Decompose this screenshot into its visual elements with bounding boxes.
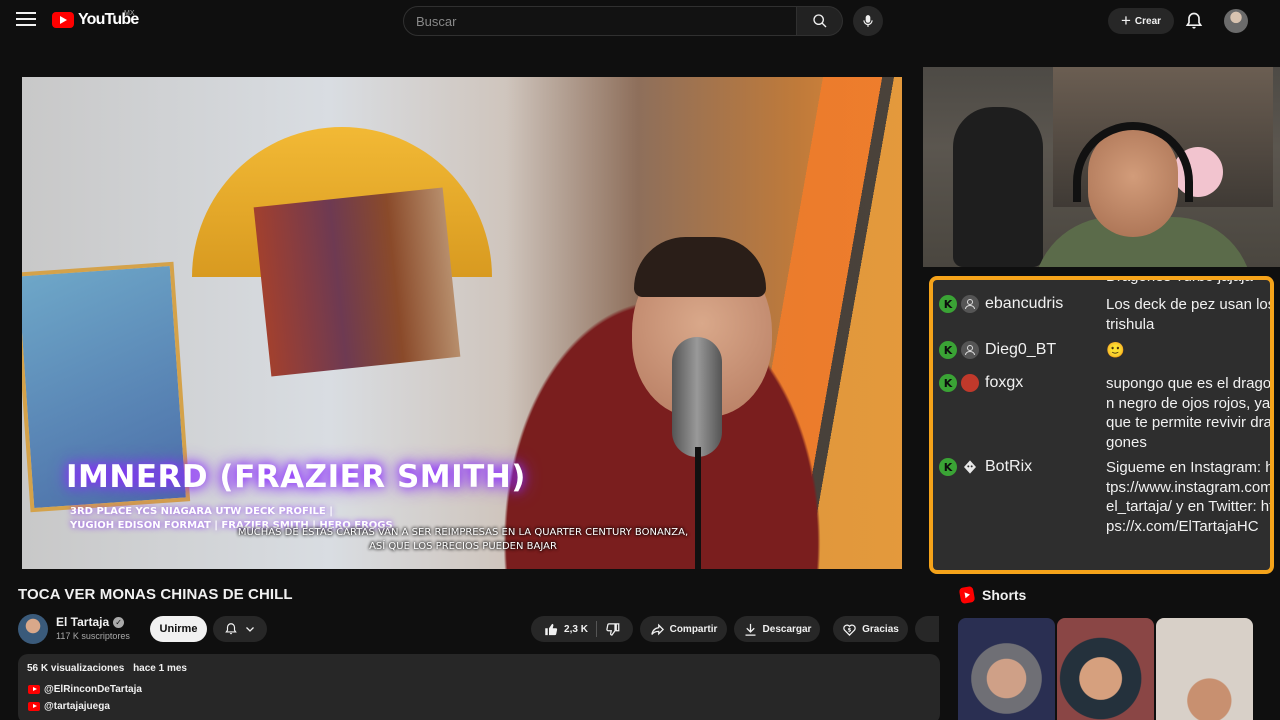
description-meta: 56 K visualizaciones hace 1 mes bbox=[27, 663, 187, 674]
channel-avatar[interactable] bbox=[18, 614, 48, 644]
user-avatar-icon bbox=[961, 295, 979, 313]
youtube-logo[interactable]: YouTube MX bbox=[52, 10, 139, 29]
thumbs-up-icon bbox=[545, 623, 558, 635]
search-input[interactable] bbox=[403, 6, 797, 36]
create-button[interactable]: + Crear bbox=[1108, 8, 1174, 34]
subscriber-count: 117 K suscriptores bbox=[56, 631, 130, 641]
thanks-button[interactable]: $ Gracias bbox=[833, 616, 908, 642]
thumbs-down-icon[interactable] bbox=[605, 622, 620, 637]
channel-name: El Tartaja bbox=[56, 615, 110, 629]
video-frame-microphone bbox=[672, 337, 722, 457]
subscription-notifications-button[interactable] bbox=[213, 616, 267, 642]
download-button[interactable]: Descargar bbox=[734, 616, 820, 642]
channel-link[interactable]: @tartajajuega bbox=[28, 701, 110, 712]
create-label: Crear bbox=[1134, 15, 1162, 27]
voice-search-button[interactable] bbox=[853, 6, 883, 36]
channel-link-label: @tartajajuega bbox=[44, 701, 110, 712]
youtube-icon bbox=[28, 685, 40, 694]
chat-text: Sigueme en Instagram: https://www.instag… bbox=[1106, 459, 1274, 535]
kick-badge-icon: K bbox=[939, 295, 957, 313]
bell-icon bbox=[225, 623, 237, 635]
chat-user: K foxgx bbox=[939, 374, 1023, 392]
share-label: Compartir bbox=[669, 623, 718, 635]
shorts-icon bbox=[958, 585, 976, 605]
short-thumbnail[interactable] bbox=[958, 618, 1055, 720]
search-bar bbox=[403, 6, 843, 36]
like-dislike-group: 2,3 K bbox=[531, 616, 633, 642]
chat-user: K BotRix bbox=[939, 458, 1032, 476]
short-thumbnail[interactable] bbox=[1156, 618, 1253, 720]
like-count: 2,3 K bbox=[564, 623, 588, 635]
view-count: 56 K visualizaciones bbox=[27, 663, 125, 674]
chat-text: supongo que es el dragon negro de ojos r… bbox=[1106, 375, 1272, 451]
masthead: YouTube MX + Crear bbox=[0, 0, 1280, 42]
shorts-header: Shorts bbox=[958, 585, 1027, 605]
notifications-bell-icon[interactable] bbox=[1184, 11, 1204, 31]
plus-icon: + bbox=[1120, 10, 1131, 30]
webcam-chair bbox=[953, 107, 1043, 267]
chevron-down-icon bbox=[246, 627, 254, 632]
youtube-icon bbox=[28, 702, 40, 711]
live-chat-overlay: Dragones Turbo jajaja K ebancudris Los d… bbox=[929, 276, 1274, 574]
chat-text: Los deck de pez usan los trishula bbox=[1106, 296, 1274, 333]
channel-link[interactable]: @ElRinconDeTartaja bbox=[28, 684, 142, 695]
share-button[interactable]: Compartir bbox=[640, 616, 727, 642]
user-avatar-icon bbox=[961, 341, 979, 359]
svg-text:$: $ bbox=[848, 627, 852, 633]
bot-icon bbox=[961, 458, 979, 476]
caption-line-2: ASÍ QUE LOS PRECIOS PUEDEN BAJAR bbox=[369, 541, 557, 552]
join-button[interactable]: Unirme bbox=[150, 616, 207, 642]
upload-age: hace 1 mes bbox=[133, 663, 187, 674]
chat-username: foxgx bbox=[985, 374, 1024, 391]
description-box[interactable]: 56 K visualizaciones hace 1 mes @ElRinco… bbox=[18, 654, 940, 720]
youtube-play-icon bbox=[52, 12, 74, 28]
kick-badge-icon: K bbox=[939, 458, 957, 476]
kick-badge-icon: K bbox=[939, 341, 957, 359]
chat-text: 🙂 bbox=[1106, 342, 1125, 359]
fox-avatar-icon bbox=[961, 374, 979, 392]
video-title: TOCA VER MONAS CHINAS DE CHILL bbox=[18, 586, 293, 603]
channel-name-link[interactable]: El Tartaja ✓ bbox=[56, 615, 125, 629]
video-overlay-subtitle-line-1: 3RD PLACE YCS NIAGARA UTW DECK PROFILE | bbox=[70, 506, 333, 517]
search-button[interactable] bbox=[797, 6, 843, 36]
like-button[interactable]: 2,3 K bbox=[544, 621, 597, 637]
share-icon bbox=[650, 623, 664, 635]
download-icon bbox=[745, 623, 756, 636]
download-label: Descargar bbox=[762, 623, 812, 635]
menu-icon[interactable] bbox=[16, 12, 36, 28]
chat-username: Dieg0_BT bbox=[985, 341, 1057, 358]
caption-line-1: MUCHAS DE ESTAS CARTAS VAN A SER REIMPRE… bbox=[237, 527, 689, 538]
heart-dollar-icon: $ bbox=[843, 624, 856, 636]
channel-link-label: @ElRinconDeTartaja bbox=[44, 684, 142, 695]
video-overlay-title: IMNERD (FRAZIER SMITH) bbox=[66, 459, 526, 495]
verified-check-icon: ✓ bbox=[113, 616, 125, 628]
chat-user: K Dieg0_BT bbox=[939, 341, 1056, 359]
thanks-label: Gracias bbox=[862, 623, 899, 635]
kick-badge-icon: K bbox=[939, 374, 957, 392]
logo-country-code: MX bbox=[124, 10, 135, 17]
streamer-webcam[interactable] bbox=[923, 67, 1280, 267]
video-player[interactable]: IMNERD (FRAZIER SMITH) 3RD PLACE YCS NIA… bbox=[22, 77, 902, 569]
chat-username: ebancudris bbox=[985, 295, 1064, 312]
microphone-icon bbox=[863, 15, 873, 27]
shorts-heading: Shorts bbox=[982, 587, 1027, 603]
account-avatar[interactable] bbox=[1224, 9, 1248, 33]
more-actions-button[interactable] bbox=[915, 616, 939, 642]
chat-user: K ebancudris bbox=[939, 295, 1063, 313]
chat-cut-message: Dragones Turbo jajaja bbox=[1106, 276, 1253, 285]
short-thumbnail[interactable] bbox=[1057, 618, 1154, 720]
video-captions: MUCHAS DE ESTAS CARTAS VAN A SER REIMPRE… bbox=[218, 526, 708, 554]
search-icon bbox=[812, 14, 826, 28]
video-frame-cards bbox=[253, 187, 461, 377]
chat-username: BotRix bbox=[985, 458, 1033, 475]
